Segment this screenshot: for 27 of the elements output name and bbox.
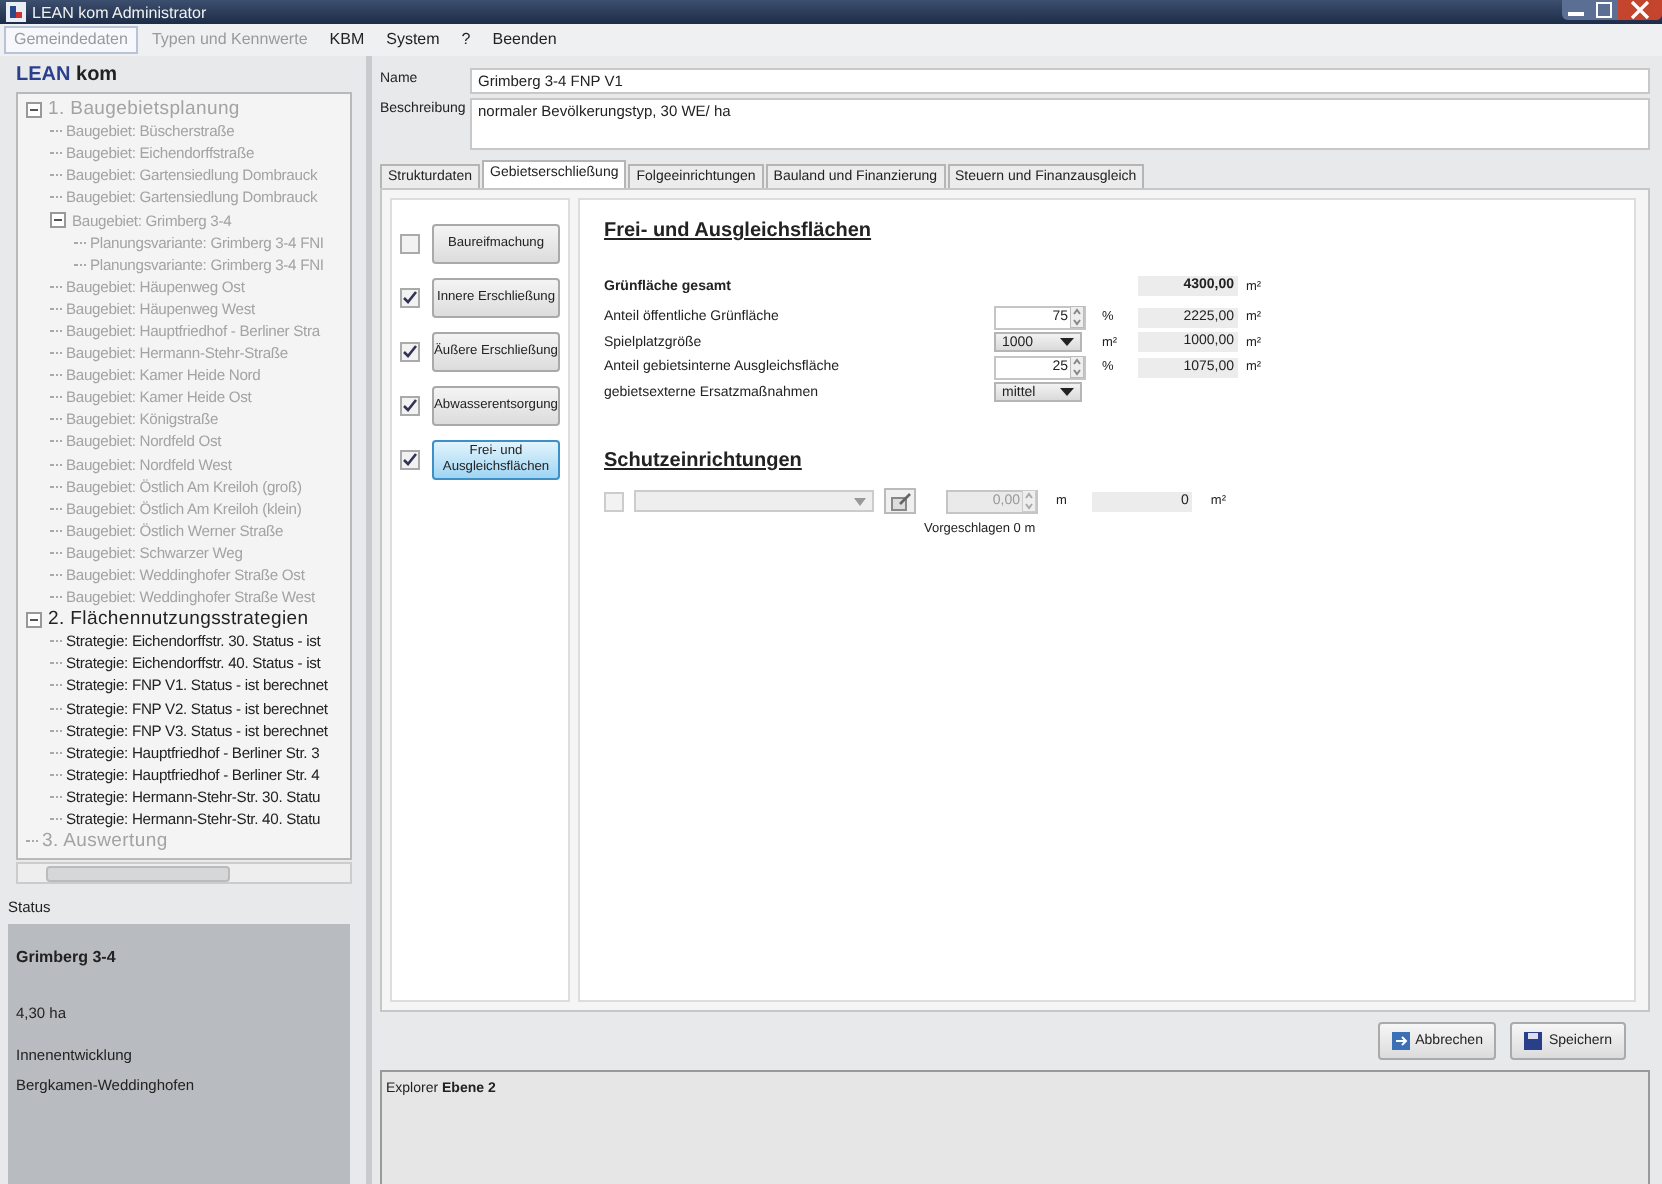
section-title: Schutzeinrichtungen [604,449,804,471]
edit-button[interactable] [884,488,916,514]
checkbox[interactable] [604,491,624,511]
menu-item[interactable]: Beenden [484,28,565,52]
horizontal-scrollbar[interactable] [16,862,352,884]
checkbox[interactable] [400,396,420,416]
status-title: Grimberg 3-4 [16,948,118,966]
section-title: Frei- und Ausgleichsflächen [604,220,874,242]
caret-icon [1060,387,1074,398]
close-icon[interactable] [1618,0,1662,20]
window-title: LEAN kom Administrator [32,3,207,21]
spinner-arrows-icon[interactable] [1070,356,1084,379]
logo: LEAN kom [14,62,120,90]
checkbox[interactable] [400,342,420,362]
menu-item[interactable]: ? [453,28,479,52]
caret-icon [1060,337,1074,348]
menu-item[interactable]: System [378,28,448,52]
checkbox[interactable] [400,234,420,254]
spinner-arrows-icon[interactable] [1070,306,1084,329]
checkbox[interactable] [400,288,420,308]
maximize-icon[interactable] [1590,0,1618,20]
caret-icon [854,497,866,505]
checkbox[interactable] [400,450,420,470]
tree-item[interactable]: 2. Flächennutzungsstrategien [48,608,309,631]
collapse-icon[interactable] [26,611,42,628]
exit-icon [1391,1032,1410,1050]
menu-item[interactable]: KBM [321,28,373,52]
